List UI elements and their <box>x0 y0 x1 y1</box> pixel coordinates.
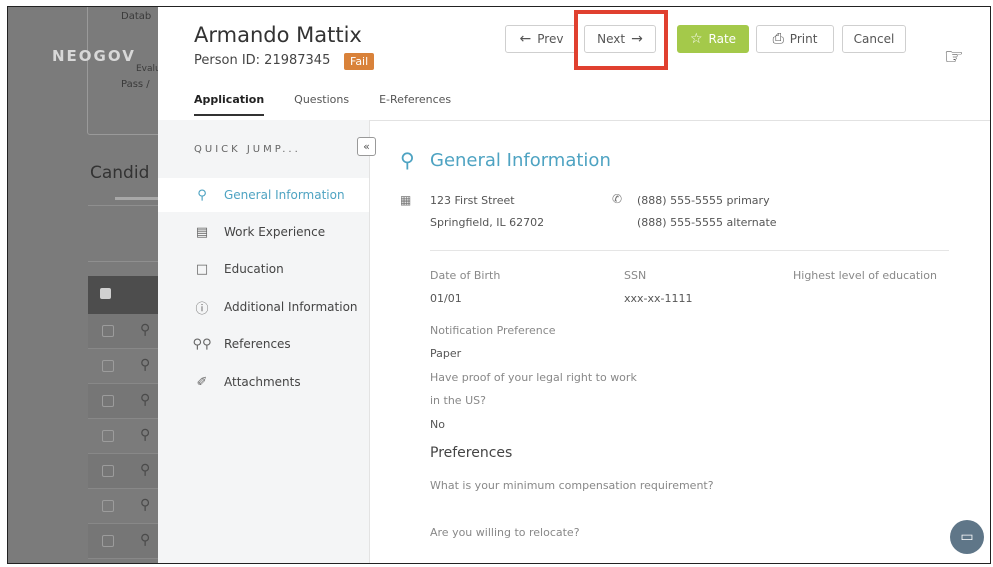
arrow-left-icon: ← <box>519 31 532 47</box>
row-checkbox <box>102 500 114 512</box>
modal-header: Armando Mattix Person ID: 21987345 Fail … <box>158 7 990 121</box>
applicant-name: Armando Mattix <box>194 23 362 47</box>
legal-label-line2: in the US? <box>430 394 486 407</box>
print-button[interactable]: ⎙ Print <box>756 25 834 53</box>
nav-item-general-information[interactable]: ⚲ General Information <box>158 178 369 212</box>
status-badge: Fail <box>344 53 375 70</box>
dob-value: 01/01 <box>430 292 462 305</box>
phone-primary: (888) 555-5555 primary <box>637 194 770 207</box>
nav-item-references[interactable]: ⚲⚲ References <box>158 327 369 361</box>
row-checkbox <box>102 360 114 372</box>
person-icon: ⚲ <box>140 392 151 408</box>
table-row: ⚲ <box>88 349 168 384</box>
quick-jump-panel: QUICK JUMP... « ⚲ General Information ▤ … <box>158 120 376 563</box>
person-icon: ⚲ <box>140 322 151 338</box>
highlight-box <box>574 10 668 70</box>
person-icon: ⚲ <box>400 148 415 172</box>
bg-db-text: Datab <box>121 11 152 22</box>
bg-candidates-title: Candid <box>90 163 150 183</box>
people-icon: ⚲⚲ <box>192 336 212 352</box>
nav-item-label: References <box>224 337 291 351</box>
nav-item-additional-information[interactable]: ⓘ Additional Information <box>158 290 369 324</box>
dob-label: Date of Birth <box>430 269 501 282</box>
education-label: Highest level of education <box>793 269 937 282</box>
cancel-label: Cancel <box>853 32 895 46</box>
building-icon: ▦ <box>400 193 412 207</box>
background-app: Datab NEOGOV Evalua Pass / Candid ⚲ ⚲ ⚲ … <box>8 7 169 563</box>
prev-label: Prev <box>537 32 564 46</box>
person-icon: ⚲ <box>140 532 151 548</box>
applicant-modal: Armando Mattix Person ID: 21987345 Fail … <box>158 7 990 563</box>
info-icon: ⓘ <box>195 301 209 317</box>
legal-value: No <box>430 418 445 431</box>
print-label: Print <box>789 32 818 46</box>
hand-cursor-icon: ☞ <box>944 45 964 70</box>
person-icon: ⚲ <box>140 357 151 373</box>
legal-label-line1: Have proof of your legal right to work <box>430 371 637 384</box>
quick-jump-title: QUICK JUMP... <box>194 144 301 155</box>
address-line2: Springfield, IL 62702 <box>430 216 545 229</box>
rate-button[interactable]: ☆ Rate <box>677 25 749 53</box>
bg-tab-underline <box>115 197 160 200</box>
tab-bar: Application Questions E-References <box>194 93 451 116</box>
briefcase-icon: ▤ <box>195 224 209 240</box>
person-icon: ⚲ <box>140 427 151 443</box>
nav-item-attachments[interactable]: ✐ Attachments <box>158 365 369 399</box>
table-row: ⚲ <box>88 419 168 454</box>
section-title: General Information <box>430 150 611 171</box>
table-row: ⚲ <box>88 314 168 349</box>
nav-item-label: Education <box>224 262 284 276</box>
neogov-logo: NEOGOV <box>52 47 136 65</box>
table-row: ⚲ <box>88 524 168 559</box>
person-icon: ⚲ <box>140 497 151 513</box>
tab-questions[interactable]: Questions <box>294 93 349 116</box>
printer-icon: ⎙ <box>772 31 784 47</box>
divider <box>430 250 949 251</box>
row-checkbox <box>102 465 114 477</box>
address-line1: 123 First Street <box>430 194 515 207</box>
row-checkbox <box>102 535 114 547</box>
inbox-icon[interactable]: ▭ <box>950 520 984 554</box>
person-icon: ⚲ <box>140 462 151 478</box>
relocate-question: Are you willing to relocate? <box>430 526 580 539</box>
table-row: ⚲ <box>88 489 168 524</box>
nav-item-label: Additional Information <box>224 300 358 314</box>
prev-button[interactable]: ← Prev <box>505 25 578 53</box>
nav-item-label: General Information <box>224 188 345 202</box>
bg-table-rows: ⚲ ⚲ ⚲ ⚲ ⚲ ⚲ ⚲ <box>88 314 168 559</box>
window-frame: Datab NEOGOV Evalua Pass / Candid ⚲ ⚲ ⚲ … <box>7 6 991 564</box>
nav-item-label: Work Experience <box>224 225 326 239</box>
preferences-title: Preferences <box>430 445 513 461</box>
rate-label: Rate <box>708 32 737 46</box>
table-row: ⚲ <box>88 384 168 419</box>
cancel-button[interactable]: Cancel <box>842 25 906 53</box>
person-icon: ⚲ <box>197 187 207 203</box>
row-checkbox <box>102 395 114 407</box>
person-id: Person ID: 21987345 <box>194 53 331 68</box>
table-row: ⚲ <box>88 454 168 489</box>
bg-select-all-checkbox <box>100 288 111 299</box>
bg-table-header <box>88 276 168 314</box>
nav-item-label: Attachments <box>224 375 301 389</box>
phone-alternate: (888) 555-5555 alternate <box>637 216 777 229</box>
book-icon: □ <box>195 261 209 277</box>
nav-item-work-experience[interactable]: ▤ Work Experience <box>158 215 369 249</box>
phone-icon: ✆ <box>612 192 623 206</box>
paperclip-icon: ✐ <box>196 374 208 390</box>
star-icon: ☆ <box>689 31 703 47</box>
notification-label: Notification Preference <box>430 324 556 337</box>
ssn-value: xxx-xx-1111 <box>624 292 693 305</box>
nav-item-education[interactable]: □ Education <box>158 252 369 286</box>
application-content: ⚲ General Information ▦ 123 First Street… <box>370 120 990 563</box>
compensation-question: What is your minimum compensation requir… <box>430 479 714 492</box>
row-checkbox <box>102 325 114 337</box>
tab-e-references[interactable]: E-References <box>379 93 451 116</box>
tab-application[interactable]: Application <box>194 93 265 116</box>
ssn-label: SSN <box>624 269 647 282</box>
notification-value: Paper <box>430 347 462 360</box>
bg-pass-text: Pass / <box>121 79 150 90</box>
bg-filter-box <box>88 205 169 262</box>
row-checkbox <box>102 430 114 442</box>
